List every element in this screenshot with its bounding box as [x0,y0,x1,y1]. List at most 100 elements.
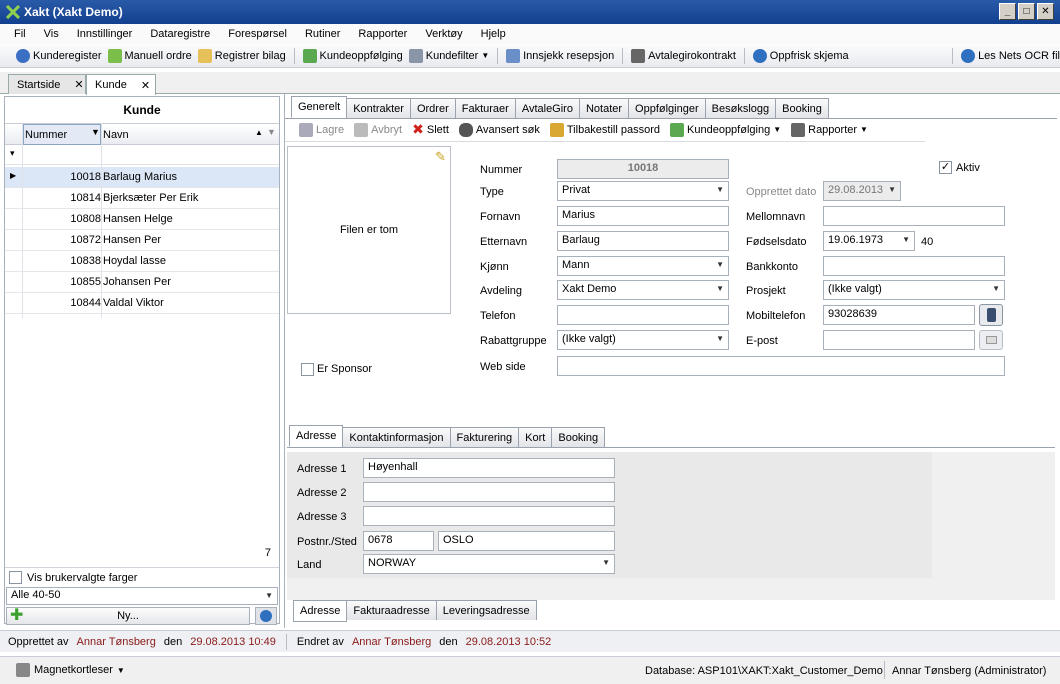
close-icon[interactable]: ✕ [74,78,83,91]
manuell-ordre-button[interactable]: Manuell ordre [107,48,192,63]
tab-fakturering[interactable]: Fakturering [449,427,520,447]
avansert-sok-button[interactable]: Avansert søk [458,122,540,137]
menu-dataregistre[interactable]: Dataregistre [150,28,210,40]
tab-kontaktinformasjon[interactable]: Kontaktinformasjon [342,427,451,447]
postnr-field[interactable]: 0678 [363,531,434,551]
close-icon[interactable]: ✕ [141,79,150,92]
prosjekt-select[interactable]: (Ikke valgt) [823,280,1005,300]
tab-leveringsadresse[interactable]: Leveringsadresse [435,600,537,620]
sponsor-checkbox[interactable] [301,363,314,376]
filter-row[interactable]: ▾ [5,145,279,165]
tab-besokslogg[interactable]: Besøkslogg [704,98,777,118]
table-row[interactable]: 10814 Bjerksæter Per Erik [5,188,279,209]
aktiv-checkbox[interactable]: ✓ [939,161,952,174]
maximize-button[interactable]: □ [1018,3,1035,20]
oppfrisk-skjema-button[interactable]: Oppfrisk skjema [752,48,849,63]
table-row[interactable]: 10872 Hansen Per [5,230,279,251]
filter-icon[interactable]: ▼ [91,127,100,137]
kundeoppfolging-menu-button[interactable]: Kundeoppfølging ▼ [670,122,781,137]
menu-fil[interactable]: Fil [14,28,26,40]
close-button[interactable]: ✕ [1037,3,1054,20]
tab-startside[interactable]: Startside ✕ [8,74,86,94]
type-select[interactable]: Privat [557,181,729,201]
menu-foresporsel[interactable]: Forespørsel [228,28,287,40]
epost-field[interactable] [823,330,975,350]
filter-icon[interactable]: ▼ [267,127,276,137]
tab-kontrakter[interactable]: Kontrakter [346,98,411,118]
minimize-button[interactable]: _ [999,3,1016,20]
slett-button[interactable]: ✖ Slett [412,121,449,138]
sted-field[interactable]: OSLO [438,531,615,551]
menu-rutiner[interactable]: Rutiner [305,28,340,40]
avtalegirokontrakt-button[interactable]: Avtalegirokontrakt [631,48,736,63]
registrer-bilag-button[interactable]: Registrer bilag [197,48,286,63]
etternavn-field[interactable]: Barlaug [557,231,729,251]
tab-ordrer[interactable]: Ordrer [409,98,456,118]
call-button[interactable] [979,304,1003,326]
telefon-field[interactable] [557,305,729,325]
menu-verktoy[interactable]: Verktøy [425,28,462,40]
tab-booking[interactable]: Booking [775,98,829,118]
table-row[interactable]: 10808 Hansen Helge [5,209,279,230]
adresse3-field[interactable] [363,506,615,526]
customer-image[interactable]: Filen er tom ✎ [287,146,451,314]
avbryt-button[interactable]: Avbryt [354,122,402,137]
table-row[interactable]: 10855 Johansen Per [5,272,279,293]
tab-booking-addr[interactable]: Booking [551,427,606,447]
refresh-list-button[interactable] [255,607,277,625]
fodselsdato-field[interactable]: 19.06.1973 [823,231,915,251]
send-email-button[interactable] [979,330,1003,350]
fornavn-field[interactable]: Marius [557,206,729,226]
innsjekk-resepsjon-button[interactable]: Innsjekk resepsjon [506,48,614,63]
kundeoppfolging-button[interactable]: Kundeoppfølging [302,48,403,63]
rabattgruppe-select[interactable]: (Ikke valgt) [557,330,729,350]
adresse1-field[interactable]: Høyenhall [363,458,615,478]
avdeling-select[interactable]: Xakt Demo [557,280,729,300]
column-navn[interactable]: Navn [103,129,129,141]
kjonn-select[interactable]: Mann [557,256,729,276]
document-tabs: Startside ✕ Kunde ✕ [0,72,1060,95]
adresse2-field[interactable] [363,482,615,502]
tilbakestill-passord-button[interactable]: Tilbakestill passord [549,122,660,137]
magnetkortleser-button[interactable]: Magnetkortleser ▼ [16,663,125,677]
custom-colors-checkbox[interactable] [9,571,22,584]
tab-generelt[interactable]: Generelt [291,96,348,118]
sort-asc-icon[interactable]: ▲ [255,128,263,137]
mobiltelefon-field[interactable]: 93028639 [823,305,975,325]
land-select[interactable]: NORWAY [363,554,615,574]
table-row[interactable]: 10844 Valdal Viktor [5,293,279,314]
customer-detail: Generelt Kontrakter Ordrer Fakturaer Avt… [284,94,1057,628]
menu-hjelp[interactable]: Hjelp [481,28,506,40]
kundefilter-button[interactable]: Kundefilter ▼ [408,48,489,63]
tab-fakturaer[interactable]: Fakturaer [454,98,516,118]
tab-oppfolginger[interactable]: Oppfølginger [628,98,706,118]
menu-rapporter[interactable]: Rapporter [358,28,407,40]
lagre-button[interactable]: Lagre [299,122,344,137]
edit-pencil-icon[interactable]: ✎ [435,149,446,165]
created-at: 29.08.2013 10:49 [190,635,276,648]
tab-fakturaadresse[interactable]: Fakturaadresse [346,600,437,620]
webside-field[interactable] [557,356,1005,376]
tab-kunde[interactable]: Kunde ✕ [86,74,156,95]
filter-select[interactable]: Alle 40-50 [6,587,278,605]
tab-notater[interactable]: Notater [578,98,630,118]
kunderegister-button[interactable]: Kunderegister [16,48,102,63]
address-panel: Adresse 1 Høyenhall Adresse 2 Adresse 3 … [287,452,1055,600]
tab-adresse[interactable]: Adresse [289,425,344,447]
menu-bar: Fil Vis Innstillinger Dataregistre Fores… [0,24,1060,44]
les-nets-ocr-button[interactable]: Les Nets OCR fil [961,48,1060,63]
tab-adresse-type[interactable]: Adresse [293,600,348,622]
menu-innstillinger[interactable]: Innstillinger [77,28,133,40]
bankkonto-field[interactable] [823,256,1005,276]
tab-kort[interactable]: Kort [518,427,553,447]
table-row[interactable]: 10838 Hoydal lasse [5,251,279,272]
plus-icon: ✚ [10,607,24,624]
table-row[interactable]: ▶ 10018 Barlaug Marius [5,167,279,188]
column-nummer[interactable]: Nummer [25,129,67,141]
new-customer-button[interactable]: ✚ Ny... [6,607,250,625]
tab-avtalegiro[interactable]: AvtaleGiro [514,98,580,118]
rapporter-button[interactable]: Rapporter ▼ [791,122,868,137]
mellomnavn-field[interactable] [823,206,1005,226]
menu-vis[interactable]: Vis [44,28,59,40]
key-icon [549,122,564,137]
